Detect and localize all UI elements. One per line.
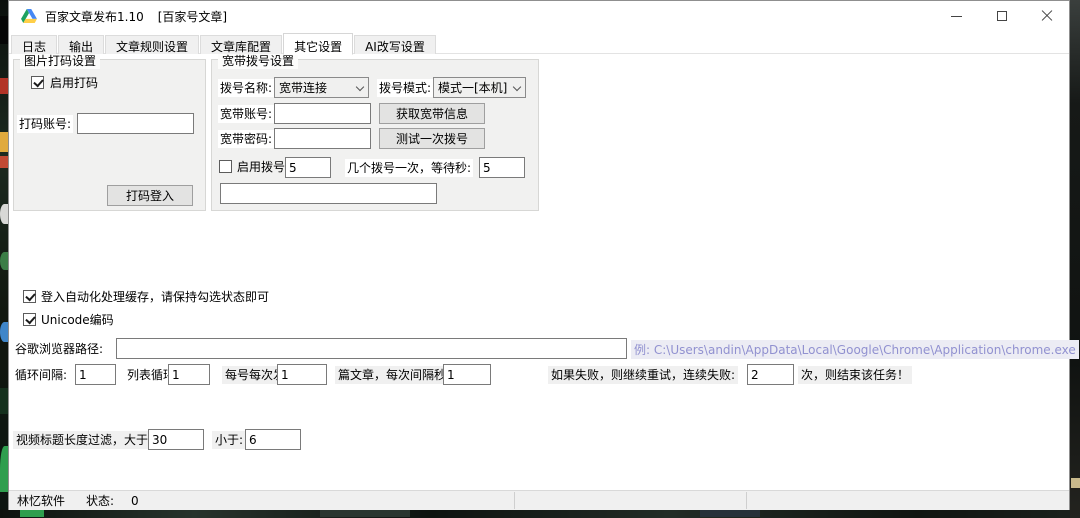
fail-count-input[interactable] — [747, 364, 794, 385]
chrome-path-label: 谷歌浏览器路径: — [15, 341, 103, 357]
close-button[interactable] — [1024, 1, 1069, 31]
dial-wait-input[interactable] — [479, 157, 525, 178]
captcha-settings-group: 图片打码设置 启用打码 打码账号: 打码登入 — [13, 59, 206, 211]
chevron-down-icon — [356, 83, 364, 91]
dial-name-value: 宽带连接 — [279, 79, 327, 96]
broadband-password-input[interactable] — [274, 128, 371, 149]
test-dial-button[interactable]: 测试一次拨号 — [379, 128, 485, 149]
cache-checkbox[interactable] — [23, 290, 36, 303]
captcha-account-input[interactable] — [77, 113, 194, 134]
status-value: 0 — [131, 493, 139, 509]
statusbar-divider — [514, 492, 515, 509]
tab-log[interactable]: 日志 — [11, 35, 57, 54]
status-label: 状态: — [86, 493, 114, 509]
tab-article-library[interactable]: 文章库配置 — [200, 35, 282, 54]
broadband-password-label: 宽带密码: — [218, 130, 274, 148]
enable-captcha-label: 启用打码 — [50, 75, 98, 91]
video-title-filter-label: 视频标题长度过滤，大于: — [13, 431, 155, 449]
titlebar: 百家文章发布1.10 [百家号文章] — [9, 1, 1069, 31]
unicode-label: Unicode编码 — [41, 312, 114, 328]
loop-interval-input[interactable] — [75, 364, 116, 385]
chrome-path-example: 例: C:\Users\andin\AppData\Local\Google\C… — [631, 340, 1079, 359]
tabstrip: 日志 输出 文章规则设置 文章库配置 其它设置 AI改写设置 — [11, 32, 437, 54]
video-lt-label: 小于: — [212, 431, 246, 449]
cache-label: 登入自动化处理缓存，请保持勾选状态即可 — [41, 289, 269, 305]
window-title: 百家文章发布1.10 — [45, 8, 144, 25]
app-icon — [21, 9, 37, 23]
per-account-input[interactable] — [277, 364, 327, 385]
desktop-right-edge — [1070, 0, 1080, 518]
desktop-fragment — [1071, 478, 1080, 488]
tab-other-settings[interactable]: 其它设置 — [283, 33, 353, 55]
desktop-fragment — [20, 510, 44, 517]
maximize-icon — [997, 11, 1007, 21]
dial-mode-label: 拨号模式: — [377, 79, 433, 97]
close-icon — [1041, 10, 1053, 22]
enable-dial-checkbox[interactable] — [219, 160, 232, 173]
get-broadband-info-button[interactable]: 获取宽带信息 — [379, 103, 485, 124]
gap-seconds-label: 篇文章，每次间隔秒: — [335, 366, 453, 384]
video-lt-input[interactable] — [245, 429, 301, 450]
desktop-bottom-edge — [0, 509, 1080, 518]
tab-output[interactable]: 输出 — [58, 35, 104, 54]
window-subtitle: [百家号文章] — [158, 8, 227, 25]
desktop-fragment — [700, 510, 760, 517]
dial-name-dropdown[interactable]: 宽带连接 — [274, 77, 369, 98]
enable-dial-label: 启用拨号 — [237, 159, 285, 175]
chrome-path-input[interactable] — [116, 338, 627, 359]
unicode-checkbox[interactable] — [23, 313, 36, 326]
minimize-icon — [951, 16, 962, 17]
dial-mode-dropdown[interactable]: 模式一[本机] — [433, 77, 526, 98]
maximize-button[interactable] — [979, 1, 1024, 31]
gap-seconds-input[interactable] — [443, 364, 491, 385]
desktop-fragment — [320, 510, 410, 517]
statusbar: 林忆软件 状态: 0 — [9, 490, 1069, 510]
dial-settings-group: 宽带拨号设置 拨号名称: 宽带连接 拨号模式: 模式一[本机] 宽带账号: 获取… — [211, 59, 539, 211]
captcha-account-label: 打码账号: — [17, 115, 73, 133]
broadband-account-label: 宽带账号: — [218, 105, 274, 123]
video-gt-input[interactable] — [148, 429, 204, 450]
minimize-button[interactable] — [934, 1, 979, 31]
statusbar-divider — [746, 492, 747, 509]
fail-suffix-label: 次，则结束该任务！ — [798, 366, 912, 384]
tab-article-rules[interactable]: 文章规则设置 — [105, 35, 199, 54]
brand-label: 林忆软件 — [17, 493, 65, 509]
list-loop-input[interactable] — [168, 364, 210, 385]
dial-mode-value: 模式一[本机] — [438, 79, 507, 96]
broadband-account-input[interactable] — [274, 103, 371, 124]
chevron-down-icon — [513, 83, 521, 91]
captcha-login-button[interactable]: 打码登入 — [107, 185, 193, 206]
dial-name-label: 拨号名称: — [218, 79, 274, 97]
enable-captcha-checkbox[interactable] — [31, 76, 44, 89]
loop-interval-label: 循环间隔: — [15, 367, 67, 383]
dial-count-input[interactable] — [285, 157, 331, 178]
dial-note-input[interactable] — [220, 183, 437, 204]
app-window: 百家文章发布1.10 [百家号文章] 日志 输出 文章规则设置 文章库配置 其它… — [8, 0, 1070, 510]
dial-wait-label: 几个拨号一次，等待秒: — [345, 159, 473, 177]
tab-ai-rewrite[interactable]: AI改写设置 — [354, 35, 436, 54]
fail-retry-label: 如果失败，则继续重试，连续失败: — [548, 366, 738, 384]
